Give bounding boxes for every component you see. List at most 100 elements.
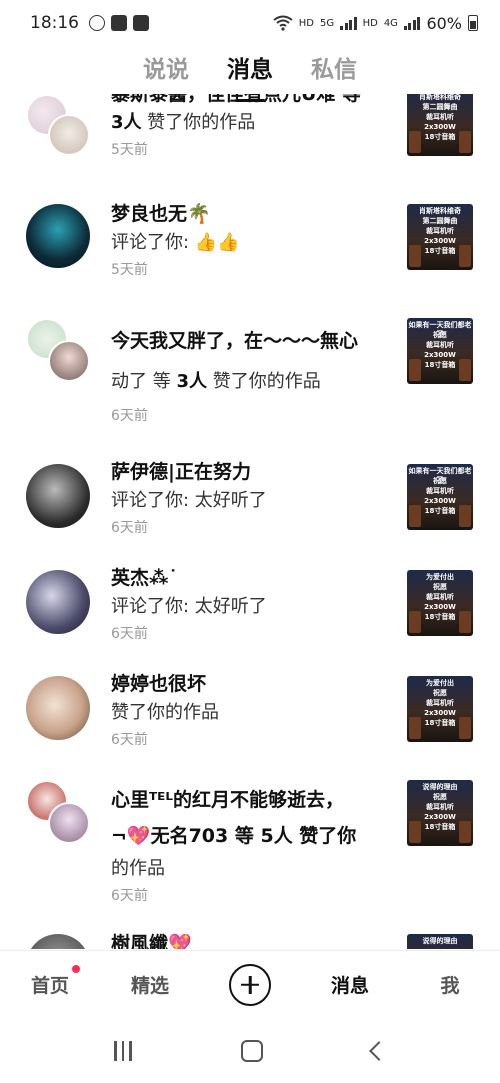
battery-icon xyxy=(468,15,478,31)
tab-shuoshuo[interactable]: 说说 xyxy=(143,50,189,94)
list-item[interactable]: 樹風纖💖 说得的理由 xyxy=(0,933,500,949)
nav-create[interactable] xyxy=(200,963,300,1006)
list-item[interactable]: 心里ᵀᴱᴸ的红月不能够逝去， ¬💖无名703 等 5人 赞了你 的作品 6天前 … xyxy=(0,778,500,908)
avatar[interactable] xyxy=(26,204,94,272)
avatar-front xyxy=(48,340,90,382)
timestamp: 6天前 xyxy=(111,520,148,536)
speaker-graphic xyxy=(409,505,421,527)
speaker-graphic xyxy=(409,131,421,153)
list-item[interactable]: 梦良也无🌴 评论了你: 👍👍 5天前 肖斯塔科维奇 第二圆舞曲 裁耳机听 2x3… xyxy=(0,200,500,298)
nav-home[interactable]: 首页 xyxy=(0,965,100,998)
plus-icon[interactable] xyxy=(229,963,271,1006)
action-text: 评论了你: 👍👍 xyxy=(111,232,240,253)
notification-icons xyxy=(89,15,149,31)
count: 3人 xyxy=(111,112,142,133)
timestamp: 5天前 xyxy=(111,262,148,278)
list-item[interactable]: 英杰⁂˙ 评论了你: 太好听了 6天前 为爱付出 祝愿 裁耳机听 2x300W … xyxy=(0,564,500,656)
avatar-front xyxy=(48,802,90,844)
nav-messages[interactable]: 消息 xyxy=(300,971,400,998)
user-name[interactable]: 梦良也无🌴 xyxy=(111,200,391,228)
bottom-nav: 首页 精选 消息 我 xyxy=(0,950,500,1018)
action-prefix: 动了 等 xyxy=(111,371,177,392)
action-text: 3人 赞了你的作品 xyxy=(111,108,391,138)
video-thumbnail[interactable]: 肖斯塔科维奇 第二圆舞曲 裁耳机听 2x300W 18寸音箱 xyxy=(407,94,473,156)
user-name[interactable]: 樹風纖💖 xyxy=(111,930,391,949)
avatar-image xyxy=(26,934,90,949)
thumb-line: 祝愿 xyxy=(433,331,447,339)
speaker-graphic xyxy=(459,717,471,739)
avatar[interactable] xyxy=(26,318,94,386)
wifi-icon xyxy=(273,15,293,31)
avatar[interactable] xyxy=(26,570,94,638)
avatar[interactable] xyxy=(26,464,94,532)
avatar[interactable] xyxy=(26,676,94,744)
top-tabs: 说说 消息 私信 xyxy=(0,50,500,94)
count: 3人 xyxy=(176,371,207,392)
action-suffix: 赞了你的作品 xyxy=(141,112,256,133)
list-item[interactable]: 萨伊德|正在努力 评论了你: 太好听了 6天前 如果有一天我们都老了 祝愿 裁耳… xyxy=(0,458,500,550)
thumb-line: 为爱付出 xyxy=(426,679,454,687)
thumb-line: 肖斯塔科维奇 xyxy=(419,94,461,101)
tab-private-messages[interactable]: 私信 xyxy=(311,50,357,94)
action-text: 赞了你的作品 xyxy=(111,702,219,723)
video-thumbnail[interactable]: 说得的理由 xyxy=(407,934,473,949)
user-name[interactable]: 婷婷也很坏 xyxy=(111,670,391,698)
speaker-graphic xyxy=(409,717,421,739)
speaker-graphic xyxy=(459,505,471,527)
thumb-line: 祝愿 xyxy=(433,583,447,591)
thumb-line: 说得的理由 xyxy=(422,937,458,945)
thumb-line: 祝愿 xyxy=(433,793,447,801)
speaker-graphic xyxy=(459,245,471,267)
user-name-continued[interactable]: ¬💖无名703 等 5人 赞了你 xyxy=(111,818,391,854)
thumb-line: 裁耳机听 xyxy=(426,113,454,121)
system-nav-bar xyxy=(0,1018,500,1083)
speaker-graphic xyxy=(459,359,471,381)
nav-me[interactable]: 我 xyxy=(400,971,500,998)
check-notification-icon xyxy=(133,15,149,31)
list-item[interactable]: 暴斯黎醬，佳佳有点儿U难 等 3人 赞了你的作品 5天前 肖斯塔科维奇 第二圆舞… xyxy=(0,94,500,190)
thumb-line: 裁耳机听 xyxy=(426,803,454,811)
avatar[interactable] xyxy=(26,94,94,162)
video-thumbnail[interactable]: 如果有一天我们都老了 祝愿 裁耳机听 2x300W 18寸音箱 xyxy=(407,464,473,530)
thumb-line: 第二圆舞曲 xyxy=(422,217,458,225)
5g-label: 5G xyxy=(319,17,335,29)
thumb-line: 裁耳机听 xyxy=(426,227,454,235)
user-name[interactable]: 萨伊德|正在努力 xyxy=(111,458,391,486)
battery-percent: 60% xyxy=(426,13,462,33)
thumb-line: 裁耳机听 xyxy=(426,699,454,707)
list-item[interactable]: 婷婷也很坏 赞了你的作品 6天前 为爱付出 祝愿 裁耳机听 2x300W 18寸… xyxy=(0,670,500,762)
thumb-line: 祝愿 xyxy=(433,477,447,485)
user-name[interactable]: 心里ᵀᴱᴸ的红月不能够逝去， xyxy=(111,782,391,818)
video-thumbnail[interactable]: 为爱付出 祝愿 裁耳机听 2x300W 18寸音箱 xyxy=(407,676,473,742)
signal-icon-2 xyxy=(403,16,421,30)
avatar-front xyxy=(48,114,90,156)
action-suffix: 赞了你的作品 xyxy=(206,371,321,392)
nav-featured[interactable]: 精选 xyxy=(100,971,200,998)
user-name[interactable]: 暴斯黎醬，佳佳有点儿U难 等 xyxy=(111,94,391,108)
speaker-graphic xyxy=(459,611,471,633)
avatar-image xyxy=(26,570,90,634)
user-name[interactable]: 英杰⁂˙ xyxy=(111,564,391,592)
avatar[interactable] xyxy=(26,780,94,848)
list-item[interactable]: 今天我又胖了，在～～～無心 动了 等 3人 赞了你的作品 6天前 如果有一天我们… xyxy=(0,316,500,440)
4g-label: 4G xyxy=(383,17,398,29)
timestamp: 6天前 xyxy=(111,626,148,642)
thumb-line: 说得的理由 xyxy=(422,783,458,791)
video-thumbnail[interactable]: 说得的理由 祝愿 裁耳机听 2x300W 18寸音箱 xyxy=(407,780,473,846)
message-list[interactable]: 暴斯黎醬，佳佳有点儿U难 等 3人 赞了你的作品 5天前 肖斯塔科维奇 第二圆舞… xyxy=(0,94,500,949)
action-text: 评论了你: 太好听了 xyxy=(111,596,267,617)
tab-messages[interactable]: 消息 xyxy=(227,50,273,94)
recent-apps-icon[interactable] xyxy=(114,1040,132,1061)
thumb-line: 祝愿 xyxy=(433,689,447,697)
idm-icon xyxy=(89,15,105,31)
video-thumbnail[interactable]: 为爱付出 祝愿 裁耳机听 2x300W 18寸音箱 xyxy=(407,570,473,636)
video-thumbnail[interactable]: 肖斯塔科维奇 第二圆舞曲 裁耳机听 2x300W 18寸音箱 xyxy=(407,204,473,270)
video-thumbnail[interactable]: 如果有一天我们都老了 祝愿 裁耳机听 2x300W 18寸音箱 xyxy=(407,318,473,384)
back-icon[interactable] xyxy=(368,1040,389,1061)
timestamp: 6天前 xyxy=(111,408,148,424)
user-name[interactable]: 今天我又胖了，在～～～無心 xyxy=(111,322,391,360)
avatar[interactable] xyxy=(26,934,94,949)
home-icon[interactable] xyxy=(240,1039,263,1062)
speaker-graphic xyxy=(409,245,421,267)
thumb-line: 裁耳机听 xyxy=(426,487,454,495)
